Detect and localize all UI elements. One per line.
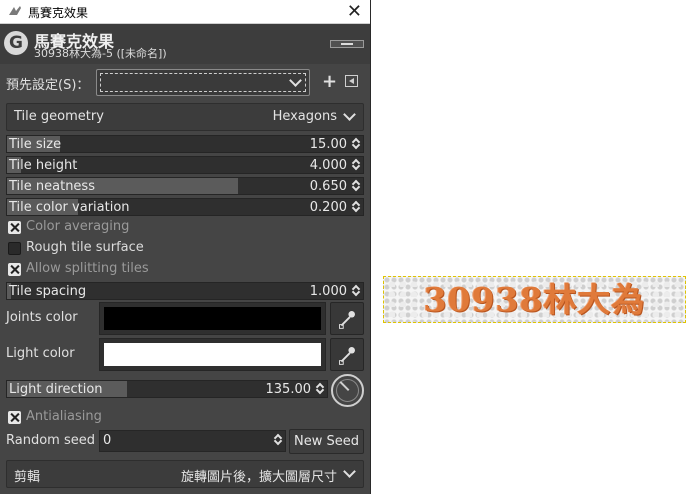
spin-arrows[interactable]	[351, 137, 361, 151]
close-icon[interactable]: ✕	[347, 1, 362, 22]
light-color-label: Light color	[6, 346, 75, 361]
clipping-combo[interactable]: 剪輯 旋轉圖片後，擴大圖層尺寸	[6, 460, 364, 488]
spin-arrows[interactable]	[351, 200, 361, 214]
tile-color-variation-label: Tile color variation	[9, 200, 130, 215]
header-menu-button[interactable]	[330, 40, 364, 48]
rough-tile-surface-checkbox[interactable]	[8, 242, 21, 255]
tile-spacing-label: Tile spacing	[9, 284, 87, 299]
presets-value	[100, 73, 306, 92]
antialiasing-label: Antialiasing	[26, 409, 102, 424]
tile-geometry-label: Tile geometry	[14, 109, 104, 124]
tile-size-spinscale[interactable]: Tile size 15.00	[6, 135, 364, 153]
rough-tile-surface-label: Rough tile surface	[26, 240, 144, 255]
light-color-picker[interactable]	[330, 338, 364, 371]
tile-geometry-value: Hexagons	[272, 109, 337, 124]
spin-arrows[interactable]	[273, 433, 283, 449]
random-seed-input[interactable]: 0	[99, 430, 286, 452]
light-color-button[interactable]	[99, 338, 326, 371]
presets-label: 預先設定(S)：	[6, 78, 90, 93]
random-seed-label: Random seed	[6, 433, 95, 448]
light-direction-spinscale[interactable]: Light direction 135.00	[6, 380, 328, 398]
clipping-label: 剪輯	[14, 470, 41, 485]
tile-height-value: 4.000	[309, 158, 347, 173]
presets-combo[interactable]	[96, 69, 310, 96]
allow-splitting-tiles-checkbox[interactable]	[8, 263, 21, 276]
image-canvas[interactable]	[371, 0, 689, 494]
light-direction-value: 135.00	[265, 382, 312, 397]
menu-triangle-icon[interactable]	[345, 75, 358, 87]
clipping-value: 旋轉圖片後，擴大圖層尺寸	[180, 470, 337, 485]
tile-spacing-value: 1.000	[309, 284, 347, 299]
dialog-header: G 馬賽克效果 30938林大為-5 ([未命名])	[0, 24, 370, 64]
joints-color-swatch	[104, 307, 321, 330]
window-title: 馬賽克效果	[28, 6, 89, 20]
plus-icon[interactable]: +	[322, 73, 337, 91]
antialiasing-checkbox[interactable]	[8, 411, 21, 424]
spin-arrows[interactable]	[351, 284, 361, 298]
tile-height-spinscale[interactable]: Tile height 4.000	[6, 156, 364, 174]
joints-color-label: Joints color	[6, 310, 78, 325]
direction-dial-icon[interactable]	[331, 374, 364, 407]
window-titlebar: 馬賽克效果 ✕	[0, 0, 370, 24]
color-averaging-label: Color averaging	[26, 219, 130, 234]
spin-arrows[interactable]	[351, 179, 361, 193]
joints-color-button[interactable]	[99, 302, 326, 335]
tile-neatness-label: Tile neatness	[9, 179, 95, 194]
chevron-down-icon	[343, 108, 356, 121]
gimp-logo: G	[4, 31, 28, 55]
allow-splitting-tiles-label: Allow splitting tiles	[26, 261, 149, 276]
eyedropper-icon	[339, 346, 355, 365]
tile-height-label: Tile height	[9, 158, 78, 173]
chevron-down-icon	[343, 465, 356, 478]
light-color-swatch	[104, 343, 321, 366]
tile-size-value: 15.00	[309, 137, 347, 152]
joints-color-picker[interactable]	[330, 302, 364, 335]
color-averaging-checkbox[interactable]	[8, 221, 21, 234]
random-seed-value: 0	[103, 433, 112, 448]
mosaic-dialog: 馬賽克效果 ✕ G 馬賽克效果 30938林大為-5 ([未命名]) 預先設定(…	[0, 0, 371, 494]
tile-spacing-spinscale[interactable]: Tile spacing 1.000	[6, 282, 364, 300]
spin-arrows[interactable]	[315, 382, 325, 396]
light-direction-label: Light direction	[9, 382, 103, 397]
mosaic-preview-layer[interactable]: 30938林大為	[383, 276, 686, 323]
spin-arrows[interactable]	[351, 158, 361, 172]
header-subtitle: 30938林大為-5 ([未命名])	[34, 47, 167, 60]
tile-color-variation-spinscale[interactable]: Tile color variation 0.200	[6, 198, 364, 216]
mosaic-preview-text: 30938林大為	[423, 280, 646, 319]
tile-neatness-value: 0.650	[309, 179, 347, 194]
new-seed-button[interactable]: New Seed	[289, 429, 364, 454]
tile-color-variation-value: 0.200	[309, 200, 347, 215]
tile-neatness-spinscale[interactable]: Tile neatness 0.650	[6, 177, 364, 195]
eyedropper-icon	[339, 310, 355, 329]
tile-size-label: Tile size	[9, 137, 62, 152]
wilber-icon	[9, 6, 21, 15]
tile-geometry-combo[interactable]: Tile geometry Hexagons	[6, 103, 364, 131]
